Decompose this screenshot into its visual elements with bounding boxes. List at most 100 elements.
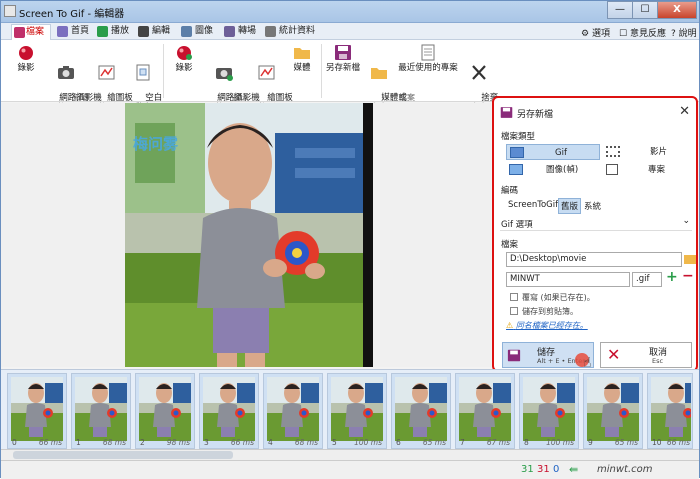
frame-image bbox=[523, 377, 575, 441]
tab-home[interactable]: 首頁 bbox=[57, 24, 89, 40]
encoder-system[interactable]: 系統 bbox=[584, 200, 601, 212]
type-video-option[interactable]: 影片 bbox=[602, 144, 692, 160]
group-label-insert: 插入 bbox=[233, 93, 249, 102]
frame-thumbnail[interactable]: 6 65 ms bbox=[391, 373, 451, 449]
encoder-preset[interactable]: 舊版 bbox=[558, 198, 582, 214]
remove-icon[interactable]: − bbox=[682, 268, 694, 284]
panel-close-icon[interactable]: ✕ bbox=[679, 104, 690, 119]
folder-icon bbox=[371, 68, 387, 79]
home-icon bbox=[57, 26, 68, 37]
board-icon bbox=[98, 65, 115, 80]
frame-thumbnail[interactable]: 7 67 ms bbox=[455, 373, 515, 449]
encoder-screentogif[interactable]: ScreenToGif bbox=[508, 200, 558, 210]
clipboard-checkbox[interactable]: 儲存到剪貼簿。 bbox=[510, 306, 578, 317]
encoder-label: 編碼 bbox=[501, 186, 519, 196]
file-type-label: 檔案類型 bbox=[501, 132, 536, 142]
close-button[interactable]: X bbox=[657, 1, 697, 19]
close-icon: ✕ bbox=[607, 345, 621, 364]
panel-header: 另存新檔 bbox=[500, 106, 553, 122]
photo-watermark: 梅问雾 bbox=[133, 135, 179, 153]
canvas-edge bbox=[363, 103, 373, 367]
filename-input[interactable]: MINWT bbox=[506, 272, 630, 287]
extension-select[interactable]: .gif bbox=[632, 272, 662, 287]
tab-transitions[interactable]: 轉場 bbox=[224, 24, 256, 40]
prev-frame-icon[interactable]: ⇚ bbox=[569, 463, 578, 476]
app-icon bbox=[4, 5, 16, 17]
save-icon bbox=[335, 45, 351, 60]
group-separator bbox=[163, 44, 164, 98]
maximize-button[interactable]: ☐ bbox=[632, 1, 658, 19]
save-button[interactable]: 儲存 Alt + E • Enter ☝ bbox=[502, 342, 594, 371]
frame-image bbox=[203, 377, 255, 441]
feedback-icon: ☐ bbox=[619, 29, 628, 39]
frame-thumbnail[interactable]: 1 68 ms bbox=[71, 373, 131, 449]
file-exists-warning[interactable]: ⚠ 同名檔案已經存在。 bbox=[506, 320, 588, 331]
frame-count-total: 31 bbox=[521, 464, 534, 475]
close-icon bbox=[472, 65, 486, 80]
file-label: 檔案 bbox=[501, 240, 519, 250]
gif-options-toggle[interactable]: Gif 選項 bbox=[501, 218, 533, 230]
tab-image[interactable]: 圖像 bbox=[181, 24, 213, 40]
type-project-option[interactable]: 專案 bbox=[602, 162, 692, 178]
group-label-new: 新增 bbox=[73, 93, 89, 102]
tab-statistics[interactable]: 統計資料 bbox=[265, 24, 315, 40]
window-title: Screen To Gif - 編輯器 bbox=[19, 9, 125, 20]
recent-projects-button[interactable]: 最近使用的專案 bbox=[397, 44, 459, 73]
folder-input[interactable]: D:\Desktop\movie bbox=[506, 252, 682, 267]
frame-image bbox=[11, 377, 63, 441]
tab-file[interactable]: 檔案 bbox=[11, 24, 51, 40]
edit-icon bbox=[138, 26, 149, 37]
checkbox-box bbox=[510, 293, 518, 301]
editor-window: Screen To Gif - 編輯器 — ☐ X 檔案 首頁 播放 編輯 圖像… bbox=[0, 0, 700, 479]
ribbon: 錄影 網路攝影機 錄影 繪圖板 錄影 空白 動畫 新增 錄影 網路攝影機 錄影 … bbox=[1, 40, 699, 113]
group-separator bbox=[321, 44, 322, 98]
insert-record-button[interactable]: 錄影 bbox=[171, 44, 197, 73]
tab-edit[interactable]: 編輯 bbox=[138, 24, 170, 40]
frame-image bbox=[331, 377, 383, 441]
frame-thumbnail[interactable]: 4 68 ms bbox=[263, 373, 323, 449]
save-icon bbox=[500, 107, 513, 118]
frame-thumbnail[interactable]: 8 100 ms bbox=[519, 373, 579, 449]
film-icon bbox=[606, 146, 620, 157]
transition-icon bbox=[224, 26, 235, 37]
frame-thumbnail[interactable]: 5 100 ms bbox=[327, 373, 387, 449]
overwrite-checkbox[interactable]: 覆寫 (如果已存在)。 bbox=[510, 292, 595, 303]
title-bar: Screen To Gif - 編輯器 — ☐ X bbox=[1, 1, 699, 23]
frame-thumbnail[interactable]: 2 98 ms bbox=[135, 373, 195, 449]
help-link[interactable]: ? 說明 bbox=[671, 26, 697, 39]
frame-count-selected: 31 bbox=[537, 464, 550, 475]
status-bar: 31 31 0 ⇚ minwt.com bbox=[1, 460, 699, 479]
help-icon: ? bbox=[671, 29, 676, 39]
save-as-button[interactable]: 另存新檔 bbox=[323, 44, 363, 73]
insert-media-button[interactable]: 媒體 bbox=[289, 44, 315, 73]
minimize-button[interactable]: — bbox=[607, 1, 633, 19]
chevron-down-icon[interactable]: ⌄ bbox=[682, 216, 690, 226]
feedback-link[interactable]: ☐ 意見反應 bbox=[619, 26, 666, 39]
frame-thumbnail[interactable]: 9 65 ms bbox=[583, 373, 643, 449]
tab-playback[interactable]: 播放 bbox=[97, 24, 129, 40]
board-icon bbox=[258, 65, 275, 80]
record-icon bbox=[19, 46, 33, 60]
site-watermark: minwt.com bbox=[597, 464, 653, 475]
options-link[interactable]: ⚙ 選項 bbox=[581, 26, 610, 39]
record-icon bbox=[177, 46, 192, 60]
new-record-button[interactable]: 錄影 bbox=[13, 44, 39, 73]
frame-thumbnail[interactable]: 0 66 ms bbox=[7, 373, 67, 449]
group-label-file: 檔案 bbox=[399, 93, 415, 102]
add-icon[interactable]: + bbox=[666, 269, 678, 285]
frame-thumbnail[interactable]: 10 66 ms bbox=[647, 373, 693, 449]
type-gif-option[interactable]: Gif bbox=[506, 144, 600, 160]
project-icon bbox=[606, 164, 618, 175]
gear-icon: ⚙ bbox=[581, 29, 590, 39]
folder-browse-icon[interactable] bbox=[684, 255, 696, 264]
horizontal-scrollbar[interactable] bbox=[1, 449, 699, 460]
frame-preview: 梅问雾 bbox=[125, 103, 363, 367]
save-icon bbox=[507, 349, 521, 362]
scroll-thumb[interactable] bbox=[13, 451, 233, 459]
document-icon bbox=[421, 44, 435, 61]
frame-thumbnail[interactable]: 3 66 ms bbox=[199, 373, 259, 449]
type-image-option[interactable]: 圖像(幀) bbox=[506, 162, 600, 178]
folder-icon bbox=[294, 48, 310, 59]
play-icon bbox=[97, 26, 108, 37]
cancel-button[interactable]: ✕ 取消 Esc bbox=[600, 342, 692, 368]
